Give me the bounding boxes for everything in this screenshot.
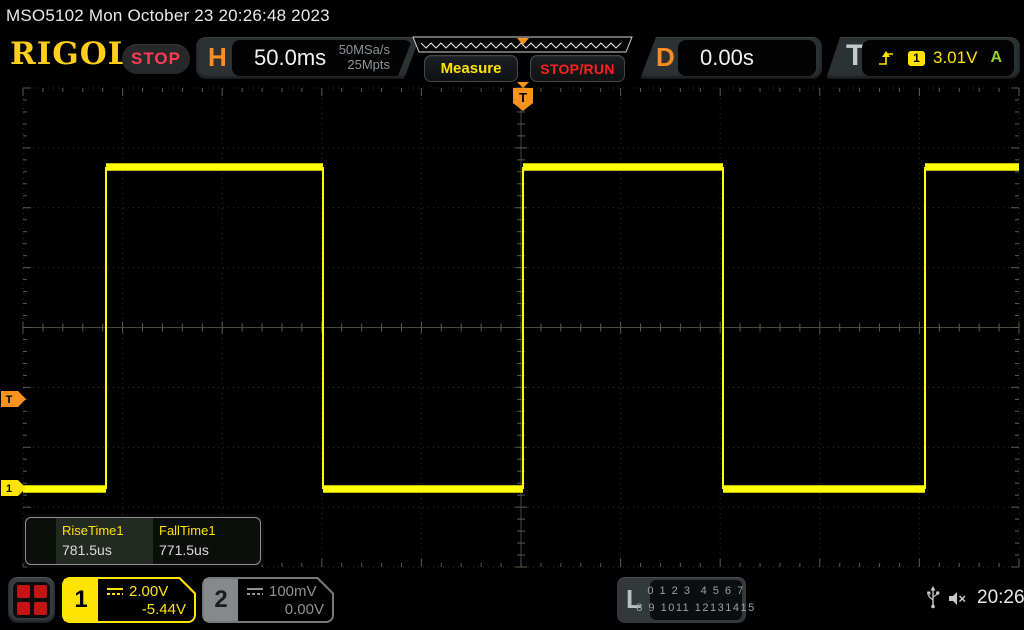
channel1-position-marker[interactable]: 1 [1, 480, 26, 496]
delay-value: 0.00s [700, 45, 754, 70]
clock: 20:26 [977, 587, 1024, 608]
titlebar-text: MSO5102 Mon October 23 20:26:48 2023 [6, 6, 330, 25]
svg-text:T: T [519, 90, 527, 105]
measure-button[interactable]: Measure [424, 55, 518, 82]
delay-label: D [656, 42, 675, 72]
grid-lines [22, 87, 1020, 568]
graticule[interactable]: T T 1 [0, 82, 1024, 570]
trigger-mode-auto: A [990, 49, 1002, 66]
run-state-badge: STOP [122, 44, 190, 74]
sample-rate: 50MSa/s [338, 42, 390, 58]
measurement-name: FallTime1 [159, 523, 216, 538]
measurement-risetime[interactable]: RiseTime1 781.5us [56, 518, 153, 564]
header-bar: RIGOL STOP H 50.0ms 50MSa/s 25Mpts Measu… [0, 30, 1024, 82]
channel2-block[interactable]: 2 100mV 0.00V [202, 577, 334, 623]
trigger-level-value: 3.01V [933, 48, 978, 67]
trigger-box: 1 3.01V A [862, 40, 1014, 76]
channel1-number: 1 [64, 579, 98, 621]
logic-analyzer-block[interactable]: L 0 1 2 3 4 5 6 7 8 9 1011 12131415 [617, 577, 754, 623]
grid-icon [13, 582, 50, 618]
channel2-number: 2 [204, 579, 238, 621]
measurement-name: RiseTime1 [62, 523, 124, 538]
svg-text:T: T [6, 394, 13, 406]
trigger-source-badge: 1 [908, 50, 925, 66]
waveform-preview-strip[interactable] [412, 36, 634, 54]
waveform-display[interactable]: T T 1 RiseTime1 781.5us FallTime1 771.5us [0, 82, 1024, 570]
channel1-offset: -5.44V [141, 600, 186, 618]
timebase-box: 50.0ms 50MSa/s 25Mpts [232, 40, 412, 76]
timebase-value: 50.0ms [254, 45, 327, 70]
oscilloscope-screen: MSO5102 Mon October 23 20:26:48 2023 RIG… [0, 0, 1024, 630]
stop-run-button[interactable]: STOP/RUN [530, 55, 625, 82]
bottom-bar: 1 2.00V -5.44V 2 100mV 0.00V L 0 1 2 3 4… [0, 570, 1024, 630]
measurement-value: 781.5us [62, 542, 112, 558]
channel2-scale: 100mV [269, 582, 317, 600]
desktop-grid-button[interactable] [8, 577, 55, 623]
measurement-falltime[interactable]: FallTime1 771.5us [153, 518, 250, 564]
trigger-position-marker[interactable]: T [513, 82, 533, 111]
usb-icon [927, 586, 940, 609]
channel2-offset: 0.00V [284, 600, 324, 618]
svg-text:1: 1 [6, 483, 12, 495]
horizontal-panel[interactable]: H 50.0ms 50MSa/s 25Mpts [196, 37, 420, 79]
horizontal-label: H [208, 42, 227, 72]
delay-box: 0.00s [678, 40, 816, 76]
rigol-logo: RIGOL [10, 36, 131, 72]
trigger-level-marker[interactable]: T [1, 391, 26, 407]
measurement-panel[interactable]: RiseTime1 781.5us FallTime1 771.5us [25, 517, 261, 565]
measurement-value: 771.5us [159, 542, 209, 558]
logic-channels: 0 1 2 3 4 5 6 7 8 9 1011 12131415 [636, 580, 754, 620]
trigger-panel[interactable]: T 1 3.01V A [826, 37, 1020, 79]
rising-edge-trigger-icon [879, 50, 893, 65]
dc-coupling-icon [106, 586, 124, 596]
memory-depth: 25Mpts [347, 57, 390, 72]
dc-coupling-icon [246, 586, 264, 596]
speaker-muted-icon [949, 591, 966, 605]
delay-panel[interactable]: D 0.00s [640, 37, 822, 79]
channel1-scale: 2.00V [129, 582, 169, 600]
logic-row-1: 0 1 2 3 4 5 6 7 [647, 584, 745, 597]
channel1-block[interactable]: 1 2.00V -5.44V [62, 577, 196, 623]
logic-row-2: 8 9 1011 12131415 [636, 602, 756, 614]
